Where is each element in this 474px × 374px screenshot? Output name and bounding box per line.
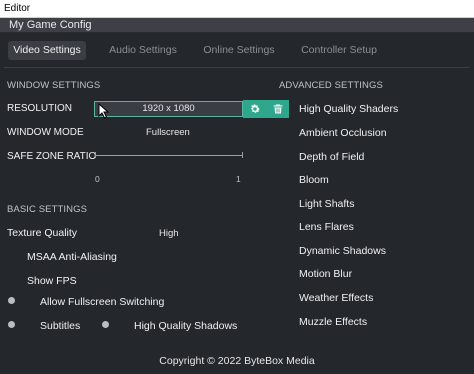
window-mode-label: WINDOW MODE [7, 127, 84, 138]
high-quality-shadows-toggle[interactable] [102, 321, 109, 328]
gear-icon [250, 104, 260, 113]
tab-controller-setup[interactable]: Controller Setup [294, 41, 384, 60]
safe-zone-max-label: 1 [236, 174, 241, 184]
basic-settings-header: BASIC SETTINGS [7, 204, 88, 215]
show-fps-checkbox-label[interactable]: Show FPS [27, 275, 77, 287]
mouse-cursor-icon [98, 103, 110, 119]
msaa-checkbox-label[interactable]: MSAA Anti-Aliasing [27, 251, 117, 263]
texture-quality-label: Texture Quality [7, 227, 78, 239]
tab-audio-settings[interactable]: Audio Settings [102, 41, 184, 60]
adv-weather-effects[interactable]: Weather Effects [299, 292, 373, 304]
settings-button[interactable] [243, 100, 266, 118]
window-titlebar: Editor [0, 0, 474, 18]
tab-video-settings[interactable]: Video Settings [8, 41, 86, 60]
tab-bar: Video Settings Audio Settings Online Set… [0, 38, 474, 62]
adv-motion-blur[interactable]: Motion Blur [299, 268, 352, 280]
window-title: Editor [4, 3, 31, 14]
subtitles-label: Subtitles [40, 320, 81, 332]
slider-tick-max [242, 152, 243, 158]
resolution-value: 1920 x 1080 [142, 103, 195, 114]
window-settings-header: WINDOW SETTINGS [7, 80, 101, 91]
slider-tick-min [95, 152, 96, 158]
adv-ambient-occlusion[interactable]: Ambient Occlusion [299, 127, 387, 139]
subtitles-toggle[interactable] [8, 321, 15, 328]
high-quality-shadows-label: High Quality Shadows [134, 320, 238, 332]
safe-zone-label: SAFE ZONE RATIO [7, 151, 97, 162]
adv-light-shafts[interactable]: Light Shafts [299, 198, 354, 210]
delete-button[interactable] [266, 100, 289, 118]
adv-lens-flares[interactable]: Lens Flares [299, 221, 354, 233]
tab-divider [4, 67, 470, 68]
footer-copyright: Copyright © 2022 ByteBox Media [159, 355, 315, 367]
texture-quality-value[interactable]: High [159, 228, 179, 239]
resolution-label: RESOLUTION [7, 103, 73, 114]
allow-fullscreen-toggle[interactable] [8, 297, 15, 304]
adv-depth-of-field[interactable]: Depth of Field [299, 151, 364, 163]
trash-icon [273, 104, 282, 114]
adv-high-quality-shaders[interactable]: High Quality Shaders [299, 103, 398, 115]
safe-zone-min-label: 0 [95, 174, 100, 184]
allow-fullscreen-label: Allow Fullscreen Switching [40, 296, 165, 308]
tab-online-settings[interactable]: Online Settings [198, 41, 280, 60]
adv-bloom[interactable]: Bloom [299, 174, 329, 186]
adv-dynamic-shadows[interactable]: Dynamic Shadows [299, 245, 386, 257]
adv-muzzle-effects[interactable]: Muzzle Effects [299, 316, 367, 328]
advanced-settings-header: ADVANCED SETTINGS [279, 80, 383, 91]
app-title: My Game Config [9, 19, 92, 31]
window-mode-value[interactable]: Fullscreen [146, 127, 190, 138]
app-header: My Game Config [0, 18, 474, 33]
safe-zone-slider[interactable] [95, 155, 243, 156]
resolution-field[interactable]: 1920 x 1080 [94, 101, 243, 117]
